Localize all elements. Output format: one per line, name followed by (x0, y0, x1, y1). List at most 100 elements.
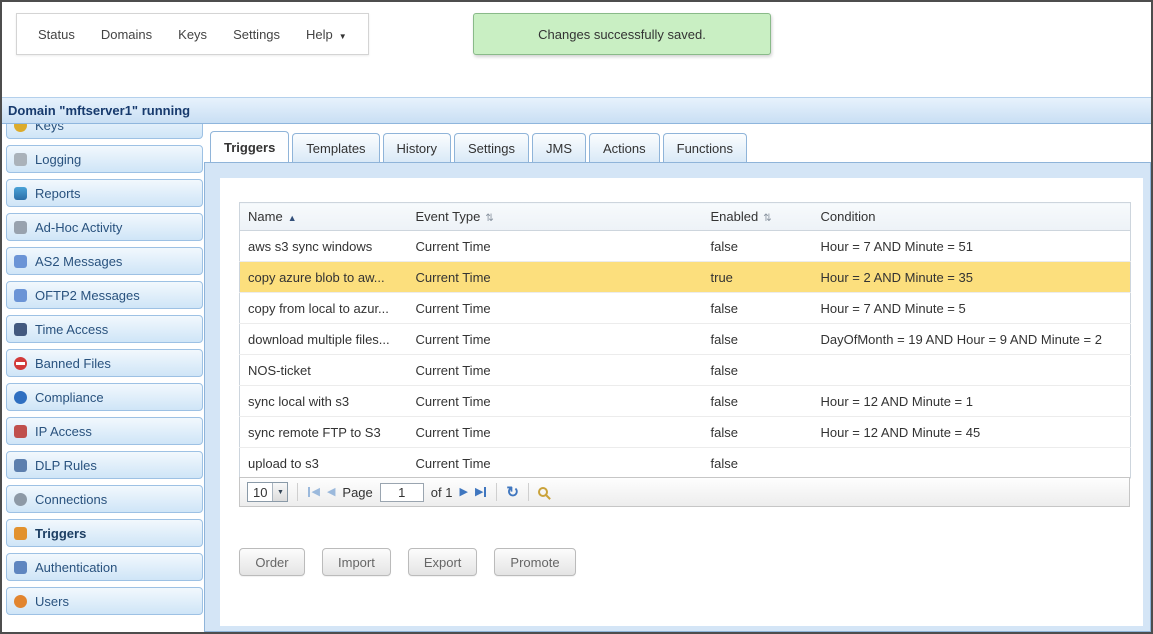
sidebar-item-label: Banned Files (35, 356, 111, 371)
cell-event_type: Current Time (408, 293, 703, 324)
cell-event_type: Current Time (408, 386, 703, 417)
sort-icon: ⇅ (485, 213, 493, 224)
cell-condition: DayOfMonth = 19 AND Hour = 9 AND Minute … (813, 324, 1131, 355)
sidebar-item-label: Users (35, 594, 69, 609)
tab-triggers[interactable]: Triggers (210, 131, 289, 162)
refresh-icon[interactable]: ↻ (506, 485, 519, 500)
ip-icon (14, 425, 27, 438)
tab-functions[interactable]: Functions (663, 133, 747, 162)
cell-enabled: false (703, 293, 813, 324)
table-row[interactable]: upload to s3Current Timefalse (240, 448, 1131, 479)
column-label: Name (248, 209, 283, 224)
last-page-icon[interactable]: ▶ (475, 487, 487, 498)
menubar: StatusDomainsKeysSettingsHelp▼ (16, 13, 369, 55)
auth-icon (14, 561, 27, 574)
page-number-input[interactable] (380, 483, 424, 502)
import-button[interactable]: Import (322, 548, 391, 576)
sidebar-item-time-access[interactable]: Time Access (6, 315, 203, 343)
cell-name: upload to s3 (240, 448, 408, 479)
cell-event_type: Current Time (408, 324, 703, 355)
sidebar-item-logging[interactable]: Logging (6, 145, 203, 173)
cell-condition (813, 448, 1131, 479)
cell-enabled: false (703, 231, 813, 262)
sidebar-item-connections[interactable]: Connections (6, 485, 203, 513)
sidebar-item-label: Reports (35, 186, 81, 201)
cell-condition: Hour = 7 AND Minute = 5 (813, 293, 1131, 324)
connections-icon (14, 493, 27, 506)
action-buttons: Order Import Export Promote (239, 548, 576, 576)
separator (496, 483, 497, 501)
sidebar-item-ip-access[interactable]: IP Access (6, 417, 203, 445)
sidebar-item-label: Time Access (35, 322, 108, 337)
cell-condition: Hour = 12 AND Minute = 1 (813, 386, 1131, 417)
sidebar-item-as2-messages[interactable]: AS2 Messages (6, 247, 203, 275)
cell-name: sync local with s3 (240, 386, 408, 417)
column-label: Event Type (416, 209, 481, 224)
first-page-icon[interactable]: ◀ (307, 487, 319, 498)
sidebar-item-authentication[interactable]: Authentication (6, 553, 203, 581)
table-row[interactable]: sync remote FTP to S3Current TimefalseHo… (240, 417, 1131, 448)
cell-event_type: Current Time (408, 262, 703, 293)
order-button[interactable]: Order (239, 548, 305, 576)
table-row[interactable]: copy from local to azur...Current Timefa… (240, 293, 1131, 324)
next-page-icon[interactable]: ▶ (459, 487, 467, 498)
menu-item-domains[interactable]: Domains (88, 27, 165, 42)
column-label: Condition (821, 209, 876, 224)
logging-icon (14, 153, 27, 166)
menu-item-settings[interactable]: Settings (220, 27, 293, 42)
magnifier-icon[interactable] (538, 487, 548, 497)
export-button[interactable]: Export (408, 548, 478, 576)
column-header-name[interactable]: Name▲ (240, 203, 408, 231)
menu-item-help[interactable]: Help▼ (293, 27, 360, 42)
tab-templates[interactable]: Templates (292, 133, 379, 162)
menu-item-status[interactable]: Status (25, 27, 88, 42)
promote-button[interactable]: Promote (494, 548, 575, 576)
triggers-table: Name▲ Event Type ⇅ Enabled⇅ Condition aws s3… (239, 202, 1131, 479)
sidebar-item-oftp2-messages[interactable]: OFTP2 Messages (6, 281, 203, 309)
cell-enabled: false (703, 386, 813, 417)
cell-event_type: Current Time (408, 417, 703, 448)
cell-name: copy from local to azur... (240, 293, 408, 324)
table-row[interactable]: download multiple files...Current Timefa… (240, 324, 1131, 355)
menu-item-keys[interactable]: Keys (165, 27, 220, 42)
column-header-event-type[interactable]: Event Type ⇅ (408, 203, 703, 231)
domain-status-text: Domain "mftserver1" running (8, 103, 190, 118)
chevron-down-icon: ▼ (272, 483, 287, 501)
table-row[interactable]: copy azure blob to aw...Current Timetrue… (240, 262, 1131, 293)
sidebar-item-label: Authentication (35, 560, 117, 575)
cell-enabled: false (703, 355, 813, 386)
sidebar-item-ad-hoc-activity[interactable]: Ad-Hoc Activity (6, 213, 203, 241)
sidebar-item-label: AS2 Messages (35, 254, 122, 269)
compliance-icon (14, 391, 27, 404)
table-row[interactable]: sync local with s3Current TimefalseHour … (240, 386, 1131, 417)
tab-jms[interactable]: JMS (532, 133, 586, 162)
dlp-icon (14, 459, 27, 472)
sidebar-item-label: Connections (35, 492, 107, 507)
tab-actions[interactable]: Actions (589, 133, 660, 162)
sidebar-item-reports[interactable]: Reports (6, 179, 203, 207)
prev-page-icon[interactable]: ◀ (327, 487, 335, 498)
cell-enabled: false (703, 324, 813, 355)
sidebar-item-dlp-rules[interactable]: DLP Rules (6, 451, 203, 479)
tab-settings[interactable]: Settings (454, 133, 529, 162)
cell-event_type: Current Time (408, 448, 703, 479)
column-header-enabled[interactable]: Enabled⇅ (703, 203, 813, 231)
sidebar-item-triggers[interactable]: Triggers (6, 519, 203, 547)
notification-message: Changes successfully saved. (538, 27, 706, 42)
cell-enabled: false (703, 417, 813, 448)
app-window: StatusDomainsKeysSettingsHelp▼ Changes s… (0, 0, 1153, 634)
sidebar-item-keys[interactable]: Keys (6, 124, 203, 139)
table-row[interactable]: aws s3 sync windowsCurrent TimefalseHour… (240, 231, 1131, 262)
users-icon (14, 595, 27, 608)
table-row[interactable]: NOS-ticketCurrent Timefalse (240, 355, 1131, 386)
cell-name: NOS-ticket (240, 355, 408, 386)
triggers-icon (14, 527, 27, 540)
tab-history[interactable]: History (383, 133, 451, 162)
column-header-condition[interactable]: Condition (813, 203, 1131, 231)
chevron-down-icon: ▼ (339, 32, 347, 41)
adhoc-icon (14, 221, 27, 234)
sidebar-item-users[interactable]: Users (6, 587, 203, 615)
sidebar-item-banned-files[interactable]: Banned Files (6, 349, 203, 377)
page-size-select[interactable]: 10 ▼ (247, 482, 288, 502)
sidebar-item-compliance[interactable]: Compliance (6, 383, 203, 411)
